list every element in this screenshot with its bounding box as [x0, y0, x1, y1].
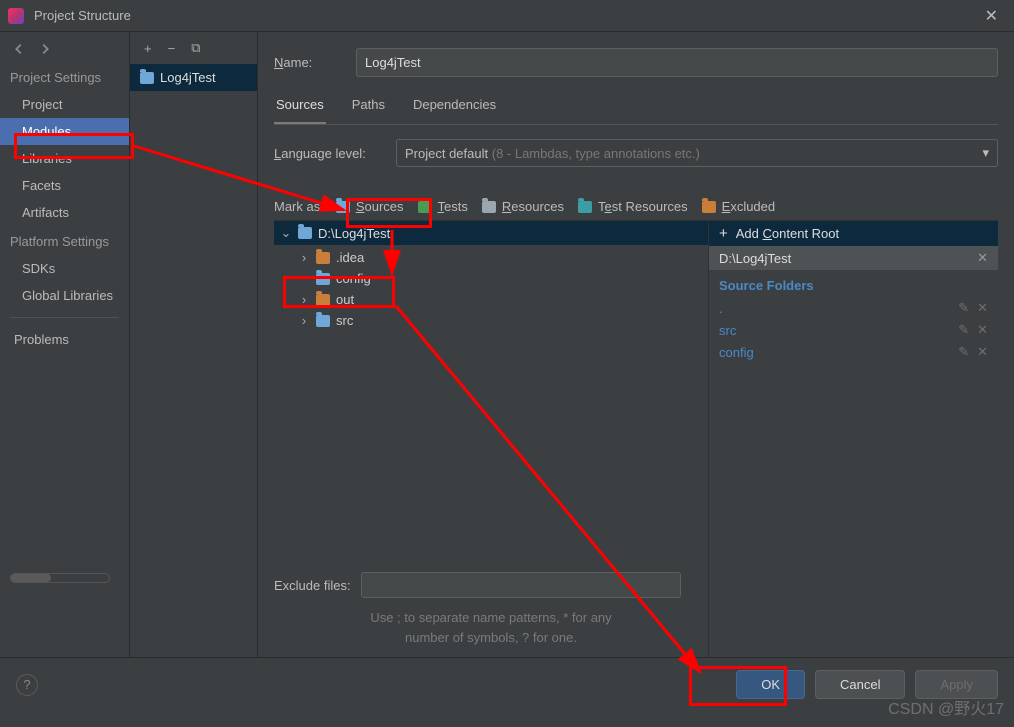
folder-icon: [316, 273, 330, 285]
folder-icon: [578, 201, 592, 213]
module-name: Log4jTest: [160, 70, 216, 85]
folder-icon: [418, 201, 432, 213]
module-item[interactable]: Log4jTest: [130, 64, 257, 91]
plus-icon: +: [719, 225, 728, 242]
exclude-input[interactable]: [361, 572, 681, 598]
chevron-right-icon: ›: [298, 292, 310, 307]
add-content-root[interactable]: + Add Content Root: [709, 221, 998, 246]
mark-resources[interactable]: Resources: [480, 199, 566, 214]
sidebar-item-facets[interactable]: Facets: [0, 172, 129, 199]
mark-test-resources[interactable]: Test Resources: [576, 199, 690, 214]
mark-excluded[interactable]: Excluded: [700, 199, 777, 214]
source-folder-item[interactable]: config✎✕: [709, 341, 998, 363]
exclude-hint: Use ; to separate name patterns, * for a…: [274, 604, 708, 657]
close-icon[interactable]: ✕: [977, 300, 988, 316]
sidebar-item-libraries[interactable]: Libraries: [0, 145, 129, 172]
ok-button[interactable]: OK: [736, 670, 805, 699]
folder-icon: [298, 227, 312, 239]
chevron-right-icon: ›: [298, 313, 310, 328]
window-title: Project Structure: [34, 8, 977, 23]
back-icon[interactable]: [12, 42, 26, 56]
settings-sidebar: Project Settings Project Modules Librari…: [0, 32, 130, 657]
close-icon[interactable]: ✕: [977, 6, 1006, 26]
sidebar-item-sdks[interactable]: SDKs: [0, 255, 129, 282]
edit-icon[interactable]: ✎: [958, 322, 969, 338]
forward-icon[interactable]: [38, 42, 52, 56]
chevron-down-icon: ▾: [982, 145, 989, 161]
mark-as-label: Mark as:: [274, 199, 324, 214]
sidebar-item-modules[interactable]: Modules: [0, 118, 129, 145]
language-level-label: Language level:: [274, 146, 384, 161]
sidebar-item-artifacts[interactable]: Artifacts: [0, 199, 129, 226]
name-input[interactable]: [356, 48, 998, 77]
module-list: + − ⧉ Log4jTest: [130, 32, 258, 657]
language-level-select[interactable]: Project default (8 - Lambdas, type annot…: [396, 139, 998, 167]
app-icon: [8, 8, 24, 24]
tab-sources[interactable]: Sources: [274, 91, 326, 124]
add-module-icon[interactable]: +: [144, 41, 152, 56]
remove-module-icon[interactable]: −: [168, 41, 176, 56]
folder-icon: [336, 201, 350, 213]
folder-icon: [316, 294, 330, 306]
folder-icon: [482, 201, 496, 213]
tree-root[interactable]: ⌄ D:\Log4jTest: [274, 221, 708, 245]
source-folders-header: Source Folders: [709, 270, 998, 297]
edit-icon[interactable]: ✎: [958, 300, 969, 316]
sidebar-item-global-libraries[interactable]: Global Libraries: [0, 282, 129, 309]
tree-item-idea[interactable]: ›.idea: [292, 247, 708, 268]
apply-button[interactable]: Apply: [915, 670, 998, 699]
source-folder-item[interactable]: src✎✕: [709, 319, 998, 341]
section-project-settings: Project Settings: [0, 62, 129, 91]
source-folder-item[interactable]: .✎✕: [709, 297, 998, 319]
copy-module-icon[interactable]: ⧉: [191, 40, 200, 56]
edit-icon[interactable]: ✎: [958, 344, 969, 360]
close-icon[interactable]: ✕: [977, 250, 988, 266]
section-platform-settings: Platform Settings: [0, 226, 129, 255]
chevron-right-icon: ›: [298, 250, 310, 265]
cancel-button[interactable]: Cancel: [815, 670, 905, 699]
tab-paths[interactable]: Paths: [350, 91, 387, 124]
close-icon[interactable]: ✕: [977, 322, 988, 338]
tree-item-src[interactable]: ›src: [292, 310, 708, 331]
folder-icon: [140, 72, 154, 84]
chevron-down-icon: ⌄: [280, 225, 292, 241]
folder-icon: [316, 252, 330, 264]
sidebar-scrollbar[interactable]: [10, 573, 110, 583]
tabs: Sources Paths Dependencies: [274, 91, 998, 125]
divider: [10, 317, 119, 318]
sidebar-item-project[interactable]: Project: [0, 91, 129, 118]
mark-sources[interactable]: Sources: [334, 199, 406, 214]
close-icon[interactable]: ✕: [977, 344, 988, 360]
tree-item-out[interactable]: ›out: [292, 289, 708, 310]
help-icon[interactable]: ?: [16, 674, 38, 696]
tab-dependencies[interactable]: Dependencies: [411, 91, 498, 124]
mark-tests[interactable]: Tests: [416, 199, 470, 214]
exclude-label: Exclude files:: [274, 578, 351, 593]
tree-item-config[interactable]: config: [292, 268, 708, 289]
folder-icon: [316, 315, 330, 327]
folder-icon: [702, 201, 716, 213]
name-label: Name:: [274, 55, 344, 70]
sidebar-item-problems[interactable]: Problems: [0, 326, 129, 353]
content-root-row[interactable]: D:\Log4jTest ✕: [709, 246, 998, 270]
